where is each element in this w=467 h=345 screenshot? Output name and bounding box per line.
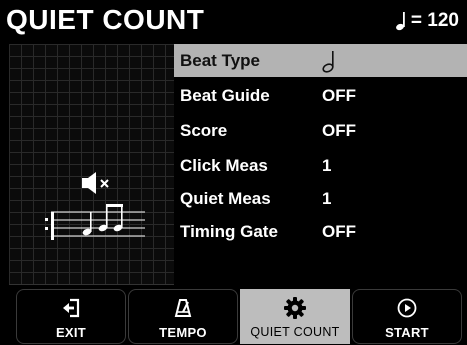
menu-item-label: Beat Type	[180, 50, 260, 70]
half-note-icon	[322, 50, 336, 79]
menu-item-label: Beat Guide	[180, 85, 270, 105]
menu-item-value: 1	[322, 155, 332, 175]
exit-icon	[61, 297, 81, 319]
menu-item-beat-type[interactable]: Beat Type	[174, 44, 467, 77]
exit-button[interactable]: EXIT	[16, 289, 126, 344]
start-label: START	[385, 325, 429, 340]
menu-item-quiet-meas[interactable]: Quiet Meas 1	[174, 182, 467, 215]
tempo-button[interactable]: TEMPO	[128, 289, 238, 344]
menu-item-value: OFF	[322, 120, 356, 140]
page-title: QUIET COUNT	[6, 4, 205, 35]
menu-item-value: OFF	[322, 85, 356, 105]
tempo-value: = 120	[410, 10, 459, 31]
quiet-count-button[interactable]: QUIET COUNT	[240, 289, 350, 344]
settings-menu: Beat Type Beat Guide OFF Score OFF Click…	[174, 44, 467, 284]
quiet-count-label: QUIET COUNT	[250, 325, 340, 339]
menu-item-label: Quiet Meas	[180, 188, 271, 208]
tempo-label: TEMPO	[159, 325, 207, 340]
start-button[interactable]: START	[352, 289, 462, 344]
bottom-toolbar: EXIT TEMPO QUIET COUNT START	[0, 286, 467, 345]
menu-item-value: 1	[322, 188, 332, 208]
grid-panel	[9, 44, 174, 285]
metronome-icon	[173, 297, 193, 319]
menu-item-label: Click Meas	[180, 155, 268, 175]
speaker-muted-icon	[82, 172, 112, 199]
menu-item-label: Timing Gate	[180, 221, 278, 241]
tempo-readout: = 120	[396, 10, 459, 32]
menu-item-label: Score	[180, 120, 228, 140]
menu-item-score[interactable]: Score OFF	[174, 114, 467, 147]
title-bar: QUIET COUNT = 120	[0, 0, 467, 41]
quarter-note-icon	[396, 11, 408, 31]
play-icon	[397, 297, 417, 319]
gear-icon	[284, 297, 306, 319]
menu-item-beat-guide[interactable]: Beat Guide OFF	[174, 79, 467, 112]
menu-item-click-meas[interactable]: Click Meas 1	[174, 149, 467, 182]
menu-item-timing-gate[interactable]: Timing Gate OFF	[174, 215, 467, 248]
staff-notes-icon	[45, 204, 145, 249]
menu-item-value: OFF	[322, 221, 356, 241]
exit-label: EXIT	[55, 325, 87, 340]
